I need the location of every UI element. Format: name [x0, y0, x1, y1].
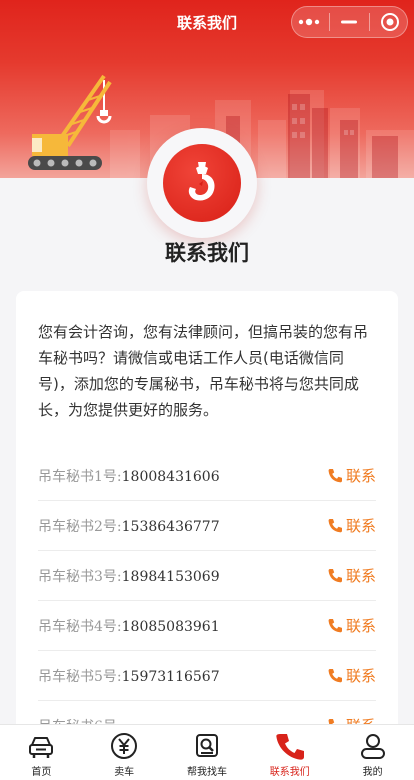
secretary-name: 吊车秘书5号:: [38, 668, 122, 685]
tab-find-car[interactable]: 帮我找车: [166, 725, 248, 780]
phone-icon: [328, 668, 342, 682]
tab-profile[interactable]: 我的: [332, 725, 414, 780]
secretary-list: 吊车秘书1号:18008431606 联系 吊车秘书2号:15386436777…: [38, 451, 376, 751]
secretary-row-1: 吊车秘书1号:18008431606 联系: [38, 451, 376, 501]
more-dots-icon: [299, 18, 320, 26]
crane-hook-icon: [188, 162, 215, 201]
tab-contact-us[interactable]: 联系我们: [249, 725, 331, 780]
tab-label: 我的: [362, 767, 383, 778]
brand-logo: [147, 128, 257, 238]
tab-label: 联系我们: [269, 767, 310, 778]
contact-label: 联系: [345, 667, 376, 685]
mini-program-capsule: [291, 6, 408, 38]
contact-button[interactable]: 联系: [327, 465, 376, 486]
contact-button[interactable]: 联系: [327, 565, 376, 586]
page-title: 联系我们: [165, 241, 249, 265]
tab-label: 卖车: [114, 767, 135, 778]
search-car-icon: [195, 734, 218, 757]
secretary-info: 吊车秘书4号:18085083961: [38, 616, 220, 636]
tab-home[interactable]: 首页: [0, 725, 82, 780]
secretary-row-3: 吊车秘书3号:18984153069 联系: [38, 551, 376, 601]
phone-icon: [328, 468, 342, 482]
secretary-row-5: 吊车秘书5号:15973116567 联系: [38, 651, 376, 701]
contact-button[interactable]: 联系: [327, 515, 376, 536]
secretary-row-2: 吊车秘书2号:15386436777 联系: [38, 501, 376, 551]
contact-label: 联系: [345, 467, 376, 485]
secretary-phone: 15386436777: [121, 518, 220, 535]
crane-illustration: [28, 74, 112, 170]
secretary-row-4: 吊车秘书4号:18085083961 联系: [38, 601, 376, 651]
logo-badge: [163, 144, 241, 222]
yen-icon: [111, 733, 138, 759]
tab-label: 首页: [31, 767, 52, 778]
navigation-bar: 联系我们: [0, 0, 414, 44]
secretary-name: 吊车秘书1号:: [38, 468, 122, 485]
secretary-info: 吊车秘书2号:15386436777: [38, 516, 220, 536]
contact-button[interactable]: 联系: [327, 665, 376, 686]
minus-icon: [341, 20, 358, 24]
minimize-button[interactable]: [334, 7, 364, 37]
phone-icon: [328, 618, 342, 632]
phone-icon: [328, 518, 342, 532]
contact-label: 联系: [345, 617, 376, 635]
user-icon: [360, 734, 385, 759]
tab-sell[interactable]: 卖车: [83, 725, 165, 780]
capsule-divider: [369, 13, 371, 31]
more-options-button[interactable]: [294, 7, 324, 37]
tab-label: 帮我找车: [186, 767, 227, 778]
phone-icon: [276, 734, 304, 760]
secretary-info: 吊车秘书5号:15973116567: [38, 666, 220, 686]
secretary-name: 吊车秘书2号:: [38, 518, 122, 535]
bottom-tab-bar: 首页 卖车 帮我找车 联系我们 我的: [0, 724, 414, 780]
car-icon: [29, 737, 54, 758]
secretary-name: 吊车秘书3号:: [38, 568, 122, 585]
contact-label: 联系: [345, 567, 376, 585]
target-circle-icon: [380, 13, 399, 31]
secretary-info: 吊车秘书3号:18984153069: [38, 566, 220, 586]
close-mini-program-button[interactable]: [375, 7, 405, 37]
contact-card: 您有会计咨询，您有法律顾问，但搞吊装的您有吊车秘书吗？请微信或电话工作人员(电话…: [16, 291, 398, 751]
secretary-phone: 18008431606: [121, 468, 220, 485]
intro-text: 您有会计咨询，您有法律顾问，但搞吊装的您有吊车秘书吗？请微信或电话工作人员(电话…: [38, 323, 369, 419]
phone-icon: [328, 568, 342, 582]
secretary-name: 吊车秘书4号:: [38, 618, 122, 635]
contact-label: 联系: [345, 517, 376, 535]
contact-button[interactable]: 联系: [327, 615, 376, 636]
secretary-phone: 18984153069: [121, 568, 220, 585]
capsule-divider: [328, 13, 330, 31]
secretary-phone: 18085083961: [121, 618, 220, 635]
secretary-info: 吊车秘书1号:18008431606: [38, 466, 220, 486]
secretary-phone: 15973116567: [121, 668, 220, 685]
